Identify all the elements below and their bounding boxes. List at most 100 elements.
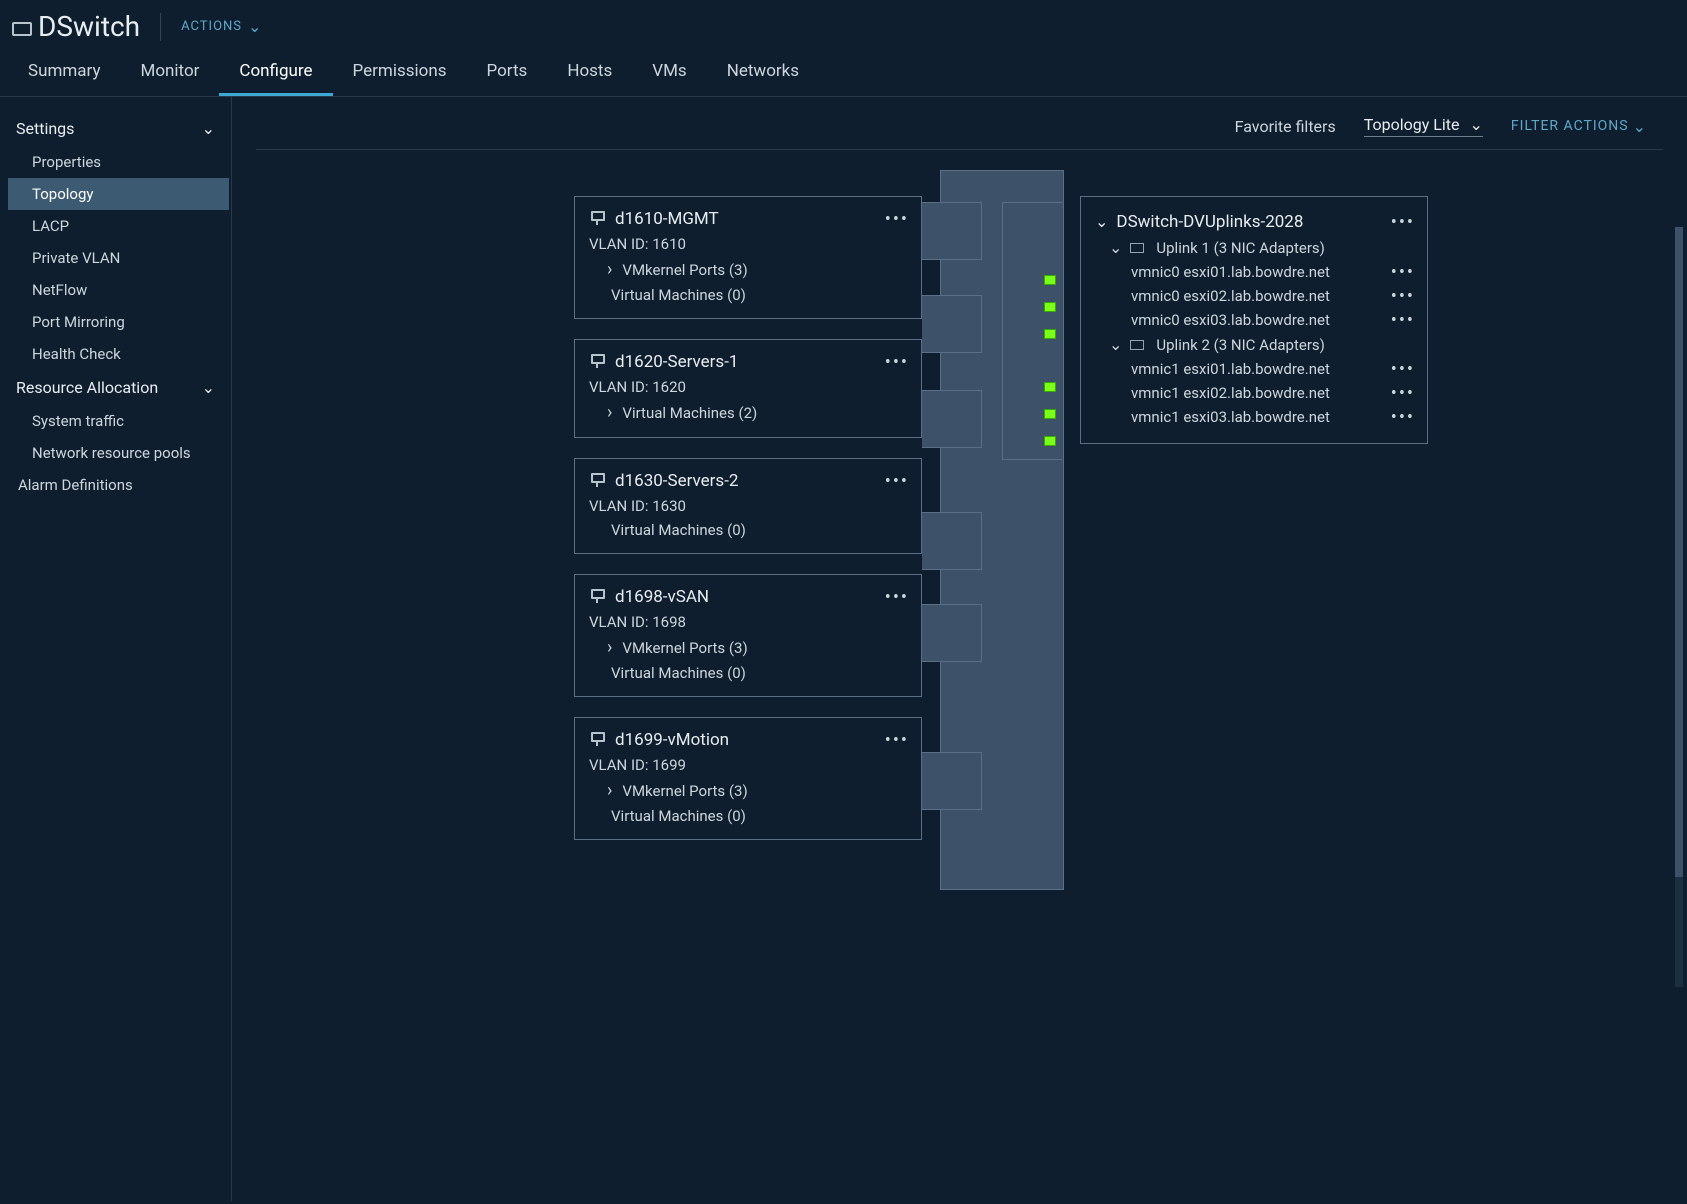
- portgroup-row[interactable]: Virtual Machines (0): [589, 286, 907, 304]
- portgroup-title: d1699-vMotion: [615, 730, 729, 750]
- tab-configure[interactable]: Configure: [219, 51, 332, 96]
- nic-row[interactable]: vmnic0 esxi02.lab.bowdre.net •••: [1095, 284, 1413, 308]
- connector-stub: [922, 202, 982, 260]
- scrollbar[interactable]: [1675, 227, 1683, 987]
- portgroup-icon: [589, 473, 605, 489]
- sidebar-item-port-mirroring[interactable]: Port Mirroring: [0, 306, 231, 338]
- portgroup-card[interactable]: d1630-Servers-2•••VLAN ID: 1630Virtual M…: [574, 458, 922, 554]
- vlan-id-label: VLAN ID: 1699: [589, 756, 907, 774]
- topology-diagram: d1610-MGMT•••VLAN ID: 1610VMkernel Ports…: [256, 172, 1663, 912]
- portgroup-card[interactable]: d1620-Servers-1•••VLAN ID: 1620Virtual M…: [574, 339, 922, 438]
- tab-summary[interactable]: Summary: [8, 51, 120, 96]
- sidebar-item-alarm-definitions[interactable]: Alarm Definitions: [0, 469, 231, 501]
- uplinks-card[interactable]: DSwitch-DVUplinks-2028 ••• Uplink 1 (3 NIC…: [1080, 196, 1428, 444]
- more-actions-icon[interactable]: •••: [1391, 359, 1415, 380]
- nic-row[interactable]: vmnic1 esxi01.lab.bowdre.net•••: [1095, 357, 1413, 381]
- more-actions-icon[interactable]: •••: [1391, 286, 1415, 307]
- tab-networks[interactable]: Networks: [707, 51, 819, 96]
- actions-menu[interactable]: ACTIONS: [181, 17, 262, 36]
- nic-label: vmnic0 esxi03.lab.bowdre.net: [1131, 311, 1330, 329]
- nic-row[interactable]: vmnic1 esxi03.lab.bowdre.net •••: [1095, 405, 1413, 429]
- uplinks-title: DSwitch-DVUplinks-2028: [1116, 212, 1303, 232]
- main-content: Favorite filters Topology Lite FILTER AC…: [232, 97, 1687, 1201]
- uplinks-title-row[interactable]: DSwitch-DVUplinks-2028 •••: [1095, 209, 1413, 235]
- page-title: DSwitch: [12, 10, 140, 43]
- filter-actions-menu[interactable]: FILTER ACTIONS: [1511, 117, 1647, 136]
- connector-stub: [922, 390, 982, 448]
- nic-label: vmnic0 esxi02.lab.bowdre.net: [1131, 287, 1330, 305]
- chevron-down-icon: [1109, 238, 1122, 257]
- portgroup-icon: [589, 354, 605, 370]
- nic-status-indicator: [1044, 436, 1056, 446]
- portgroup-card[interactable]: d1610-MGMT•••VLAN ID: 1610VMkernel Ports…: [574, 196, 922, 319]
- vlan-id-label: VLAN ID: 1610: [589, 235, 907, 253]
- tab-bar: SummaryMonitorConfigurePermissionsPortsH…: [0, 51, 1687, 97]
- uplink-group-row[interactable]: Uplink 1 (3 NIC Adapters): [1095, 235, 1413, 260]
- portgroup-expandable-row[interactable]: VMkernel Ports (3): [589, 259, 907, 280]
- tab-vms[interactable]: VMs: [632, 51, 706, 96]
- tab-monitor[interactable]: Monitor: [120, 51, 219, 96]
- topology-view-select[interactable]: Topology Lite: [1364, 115, 1483, 137]
- nic-status-indicator: [1044, 329, 1056, 339]
- page-header: DSwitch ACTIONS: [0, 0, 1687, 51]
- nic-label: vmnic1 esxi03.lab.bowdre.net: [1131, 408, 1330, 426]
- nic-row[interactable]: vmnic0 esxi01.lab.bowdre.net •••: [1095, 260, 1413, 284]
- connector-stub: [922, 604, 982, 662]
- nic-label: vmnic0 esxi01.lab.bowdre.net: [1131, 263, 1330, 281]
- more-actions-icon[interactable]: •••: [885, 730, 909, 751]
- chevron-right-icon: [607, 259, 618, 280]
- portgroup-row[interactable]: Virtual Machines (0): [589, 807, 907, 825]
- sidebar-group-settings[interactable]: Settings: [0, 111, 231, 146]
- sidebar-item-lacp[interactable]: LACP: [0, 210, 231, 242]
- chevron-down-icon: [202, 378, 215, 397]
- tab-ports[interactable]: Ports: [467, 51, 548, 96]
- connector-stub: [922, 295, 982, 353]
- uplink-label: Uplink 1 (3 NIC Adapters): [1156, 239, 1325, 257]
- actions-label: ACTIONS: [181, 19, 242, 34]
- portgroup-expandable-row[interactable]: VMkernel Ports (3): [589, 780, 907, 801]
- portgroup-expandable-row[interactable]: VMkernel Ports (3): [589, 637, 907, 658]
- sidebar-item-properties[interactable]: Properties: [0, 146, 231, 178]
- nic-row[interactable]: vmnic1 esxi02.lab.bowdre.net•••: [1095, 381, 1413, 405]
- sidebar-item-health-check[interactable]: Health Check: [0, 338, 231, 370]
- dswitch-icon: [12, 22, 32, 36]
- portgroup-card[interactable]: d1699-vMotion ••• VLAN ID: 1699 VMkernel Po…: [574, 717, 922, 840]
- more-actions-icon[interactable]: •••: [885, 209, 909, 230]
- chevron-down-icon: [1470, 115, 1483, 134]
- topology-view-value: Topology Lite: [1364, 115, 1460, 134]
- nic-status-indicator: [1044, 409, 1056, 419]
- favorite-filters-label[interactable]: Favorite filters: [1235, 117, 1336, 136]
- more-actions-icon[interactable]: •••: [885, 587, 909, 608]
- uplink-label: Uplink 2 (3 NIC Adapters): [1156, 336, 1325, 354]
- portgroup-icon: [589, 732, 605, 748]
- more-actions-icon[interactable]: •••: [1391, 407, 1415, 428]
- more-actions-icon[interactable]: •••: [1391, 212, 1415, 233]
- uplink-group-row[interactable]: Uplink 2 (3 NIC Adapters): [1095, 332, 1413, 357]
- portgroup-icon: [589, 589, 605, 605]
- vlan-id-label: VLAN ID: 1620: [589, 378, 907, 396]
- portgroup-expandable-row[interactable]: Virtual Machines (2): [589, 402, 907, 423]
- nic-row[interactable]: vmnic0 esxi03.lab.bowdre.net •••: [1095, 308, 1413, 332]
- sidebar-item-system-traffic[interactable]: System traffic: [0, 405, 231, 437]
- more-actions-icon[interactable]: •••: [885, 471, 909, 492]
- chevron-right-icon: [607, 402, 618, 423]
- tab-hosts[interactable]: Hosts: [547, 51, 632, 96]
- more-actions-icon[interactable]: •••: [885, 352, 909, 373]
- connector-stub: [922, 512, 982, 570]
- portgroup-row[interactable]: Virtual Machines (0): [589, 664, 907, 682]
- scrollbar-thumb[interactable]: [1675, 227, 1683, 877]
- chevron-down-icon: [1633, 117, 1647, 136]
- sidebar-item-network-resource-pools[interactable]: Network resource pools: [0, 437, 231, 469]
- portgroup-card[interactable]: d1698-vSAN•••VLAN ID: 1698VMkernel Ports…: [574, 574, 922, 697]
- sidebar-item-netflow[interactable]: NetFlow: [0, 274, 231, 306]
- more-actions-icon[interactable]: •••: [1391, 383, 1415, 404]
- sidebar-group-resource-allocation[interactable]: Resource Allocation: [0, 370, 231, 405]
- tab-permissions[interactable]: Permissions: [333, 51, 467, 96]
- portgroup-row[interactable]: Virtual Machines (0): [589, 521, 907, 539]
- more-actions-icon[interactable]: •••: [1391, 262, 1415, 283]
- vlan-id-label: VLAN ID: 1698: [589, 613, 907, 631]
- connector-stub: [922, 752, 982, 810]
- more-actions-icon[interactable]: •••: [1391, 310, 1415, 331]
- sidebar-item-topology[interactable]: Topology: [8, 178, 229, 210]
- sidebar-item-private-vlan[interactable]: Private VLAN: [0, 242, 231, 274]
